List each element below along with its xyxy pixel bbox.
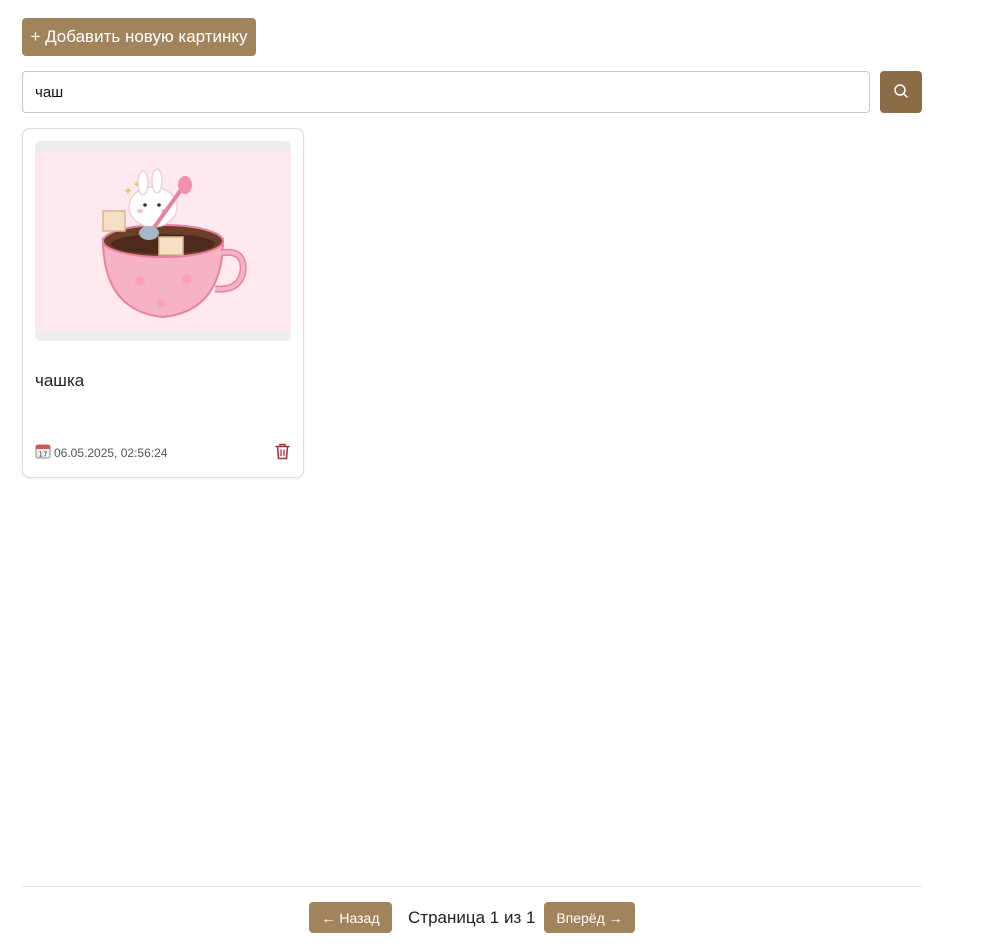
- next-page-button[interactable]: Вперёд →: [544, 902, 635, 933]
- search-input[interactable]: [22, 71, 870, 113]
- card-title: чашка: [35, 371, 85, 390]
- divider: [22, 886, 922, 887]
- search-button[interactable]: [880, 71, 922, 113]
- page-info: Страница 1 из 1: [408, 908, 536, 927]
- search-icon: [893, 83, 909, 102]
- cup-illustration: ✦ ✦: [101, 168, 247, 319]
- svg-text:✦: ✦: [133, 180, 140, 189]
- date-block: 17 06.05.2025, 02:56:24: [35, 443, 167, 464]
- add-image-button[interactable]: + Добавить новую картинку: [22, 18, 256, 56]
- card-image[interactable]: ✦ ✦: [35, 141, 291, 341]
- image-card[interactable]: ✦ ✦ чашка 17 06.05.2025, 02:56:24: [22, 128, 304, 478]
- prev-page-button[interactable]: ← Назад: [309, 902, 392, 933]
- delete-button[interactable]: [273, 443, 291, 463]
- svg-text:✦: ✦: [123, 184, 133, 198]
- calendar-icon: 17: [35, 443, 51, 464]
- card-date: 06.05.2025, 02:56:24: [54, 446, 168, 460]
- card-footer: 17 06.05.2025, 02:56:24: [35, 443, 291, 463]
- pagination: ← Назад Страница 1 из 1 Вперёд →: [0, 902, 944, 934]
- svg-text:17: 17: [39, 450, 48, 458]
- trash-icon: [274, 443, 290, 463]
